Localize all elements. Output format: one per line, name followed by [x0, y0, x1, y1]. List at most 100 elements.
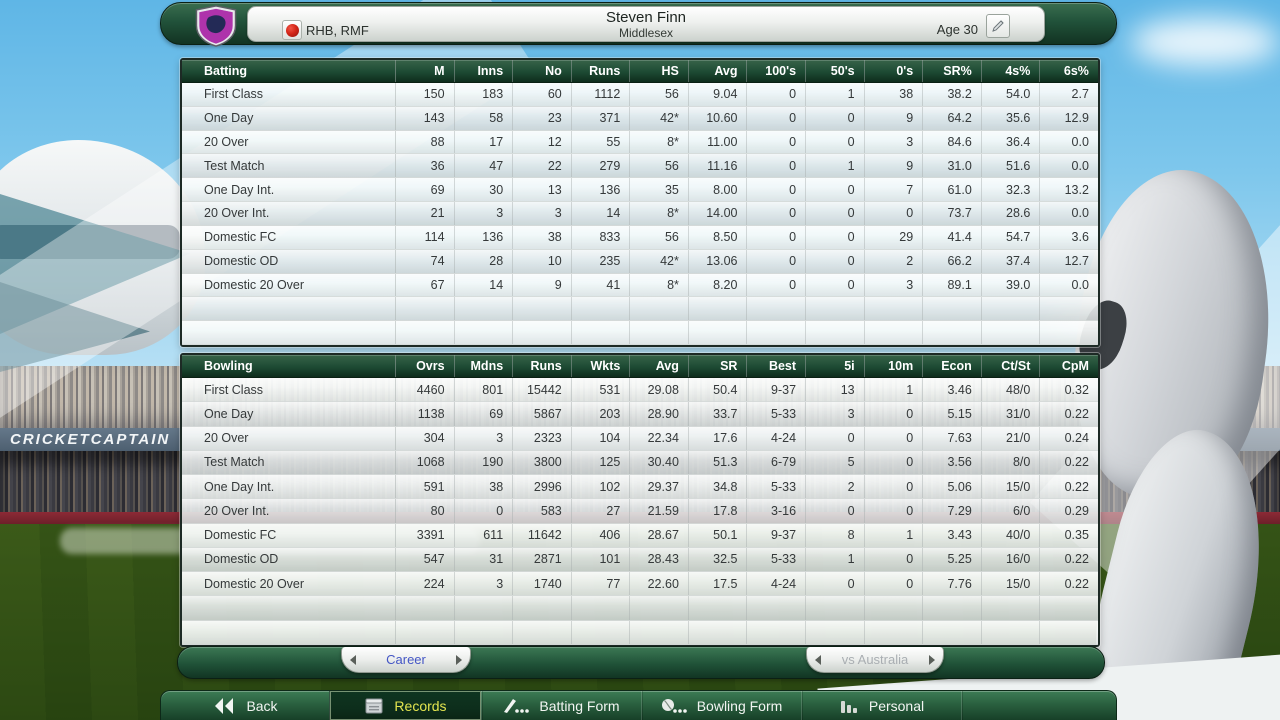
cell-value: 4-24 — [747, 427, 806, 450]
cell-value: 143 — [396, 107, 455, 130]
column-header: SR% — [923, 60, 982, 82]
column-header: Wkts — [572, 355, 631, 377]
edit-age-button[interactable] — [986, 14, 1010, 38]
column-header: Ovrs — [396, 355, 455, 377]
player-header-panel: Steven Finn Middlesex RHB, RMF Age 30 — [247, 6, 1045, 42]
cell-value: 0 — [865, 451, 924, 474]
cell-value: 13.2 — [1040, 178, 1098, 201]
cell-value — [396, 321, 455, 344]
cell-value: 58 — [455, 107, 514, 130]
opponent-next-arrow-icon[interactable] — [929, 655, 935, 665]
opponent-prev-arrow-icon[interactable] — [815, 655, 821, 665]
cell-value: 5.06 — [923, 475, 982, 498]
cell-value — [689, 596, 748, 619]
cell-value: 0 — [806, 274, 865, 297]
cell-value: 74 — [396, 250, 455, 273]
cell-value: 203 — [572, 402, 631, 425]
cell-value: 801 — [455, 378, 514, 401]
cell-value: 69 — [455, 402, 514, 425]
career-tab-selector[interactable]: Career — [341, 647, 471, 673]
cell-value: 84.6 — [923, 131, 982, 154]
cell-value: 371 — [572, 107, 631, 130]
cell-value: 21.59 — [630, 499, 689, 522]
row-label: Domestic FC — [182, 524, 396, 547]
row-label: 20 Over Int. — [182, 499, 396, 522]
table-row: First Class150183601112569.04013838.254.… — [182, 83, 1098, 107]
table-row: Domestic OD54731287110128.4332.55-33105.… — [182, 548, 1098, 572]
row-label: Domestic OD — [182, 250, 396, 273]
column-header: Best — [747, 355, 806, 377]
cell-value — [396, 621, 455, 644]
cell-value — [747, 321, 806, 344]
cell-value: 3-16 — [747, 499, 806, 522]
cell-value: 29 — [865, 226, 924, 249]
cell-value: 89.1 — [923, 274, 982, 297]
stats-scope-tabstrip: Career vs Australia — [177, 646, 1105, 679]
cell-value: 547 — [396, 548, 455, 571]
cell-value: 61.0 — [923, 178, 982, 201]
cell-value: 0 — [806, 250, 865, 273]
cell-value: 22.34 — [630, 427, 689, 450]
cell-value: 31 — [455, 548, 514, 571]
row-label: One Day Int. — [182, 178, 396, 201]
column-header: M — [396, 60, 455, 82]
cell-value: 406 — [572, 524, 631, 547]
cell-value: 4460 — [396, 378, 455, 401]
career-tab-label[interactable]: Career — [386, 652, 426, 667]
back-double-chevron-icon — [212, 697, 236, 715]
row-label: One Day — [182, 402, 396, 425]
cell-value: 38 — [865, 83, 924, 106]
tab-records[interactable]: Records — [329, 691, 481, 720]
cell-value — [982, 321, 1041, 344]
career-next-arrow-icon[interactable] — [456, 655, 462, 665]
row-label: Domestic 20 Over — [182, 274, 396, 297]
cell-value — [689, 321, 748, 344]
tab-batting-form[interactable]: Batting Form — [481, 691, 641, 720]
cell-value: 0.24 — [1040, 427, 1098, 450]
career-prev-arrow-icon[interactable] — [350, 655, 356, 665]
cell-value: 12.9 — [1040, 107, 1098, 130]
cell-value: 28.67 — [630, 524, 689, 547]
cell-value: 56 — [630, 154, 689, 177]
table-row: Test Match3647222795611.1601931.051.60.0 — [182, 154, 1098, 178]
cell-value: 9-37 — [747, 524, 806, 547]
cell-value: 0 — [747, 226, 806, 249]
cell-value: 22 — [513, 154, 572, 177]
opponent-tab-label[interactable]: vs Australia — [842, 652, 908, 667]
cell-value: 0 — [865, 499, 924, 522]
cell-value: 0.22 — [1040, 402, 1098, 425]
tab-personal[interactable]: Personal — [801, 691, 961, 720]
cell-value: 11642 — [513, 524, 572, 547]
cell-value: 28 — [455, 250, 514, 273]
column-header: 50's — [806, 60, 865, 82]
back-button[interactable]: Back — [161, 691, 329, 720]
cell-value: 2.7 — [1040, 83, 1098, 106]
tab-bowling-form[interactable]: Bowling Form — [641, 691, 801, 720]
cell-value — [923, 621, 982, 644]
cell-value: 0 — [747, 154, 806, 177]
cell-value: 531 — [572, 378, 631, 401]
column-header: 0's — [865, 60, 924, 82]
cell-value — [513, 321, 572, 344]
row-label: 20 Over — [182, 131, 396, 154]
cell-value: 0.0 — [1040, 131, 1098, 154]
cell-value — [572, 596, 631, 619]
row-label — [182, 297, 396, 320]
cell-value: 39.0 — [982, 274, 1041, 297]
cell-value: 5-33 — [747, 402, 806, 425]
opponent-tab-selector[interactable]: vs Australia — [806, 647, 944, 673]
row-label — [182, 321, 396, 344]
cell-value: 9 — [865, 154, 924, 177]
cell-value: 17.6 — [689, 427, 748, 450]
cell-value: 41.4 — [923, 226, 982, 249]
column-header: Inns — [455, 60, 514, 82]
cell-value: 5867 — [513, 402, 572, 425]
cell-value: 50.1 — [689, 524, 748, 547]
cell-value: 0 — [806, 178, 865, 201]
column-header: 4s% — [982, 60, 1041, 82]
cell-value: 47 — [455, 154, 514, 177]
cell-value: 3.43 — [923, 524, 982, 547]
cell-value — [865, 321, 924, 344]
cell-value: 12.7 — [1040, 250, 1098, 273]
cell-value: 1740 — [513, 572, 572, 595]
